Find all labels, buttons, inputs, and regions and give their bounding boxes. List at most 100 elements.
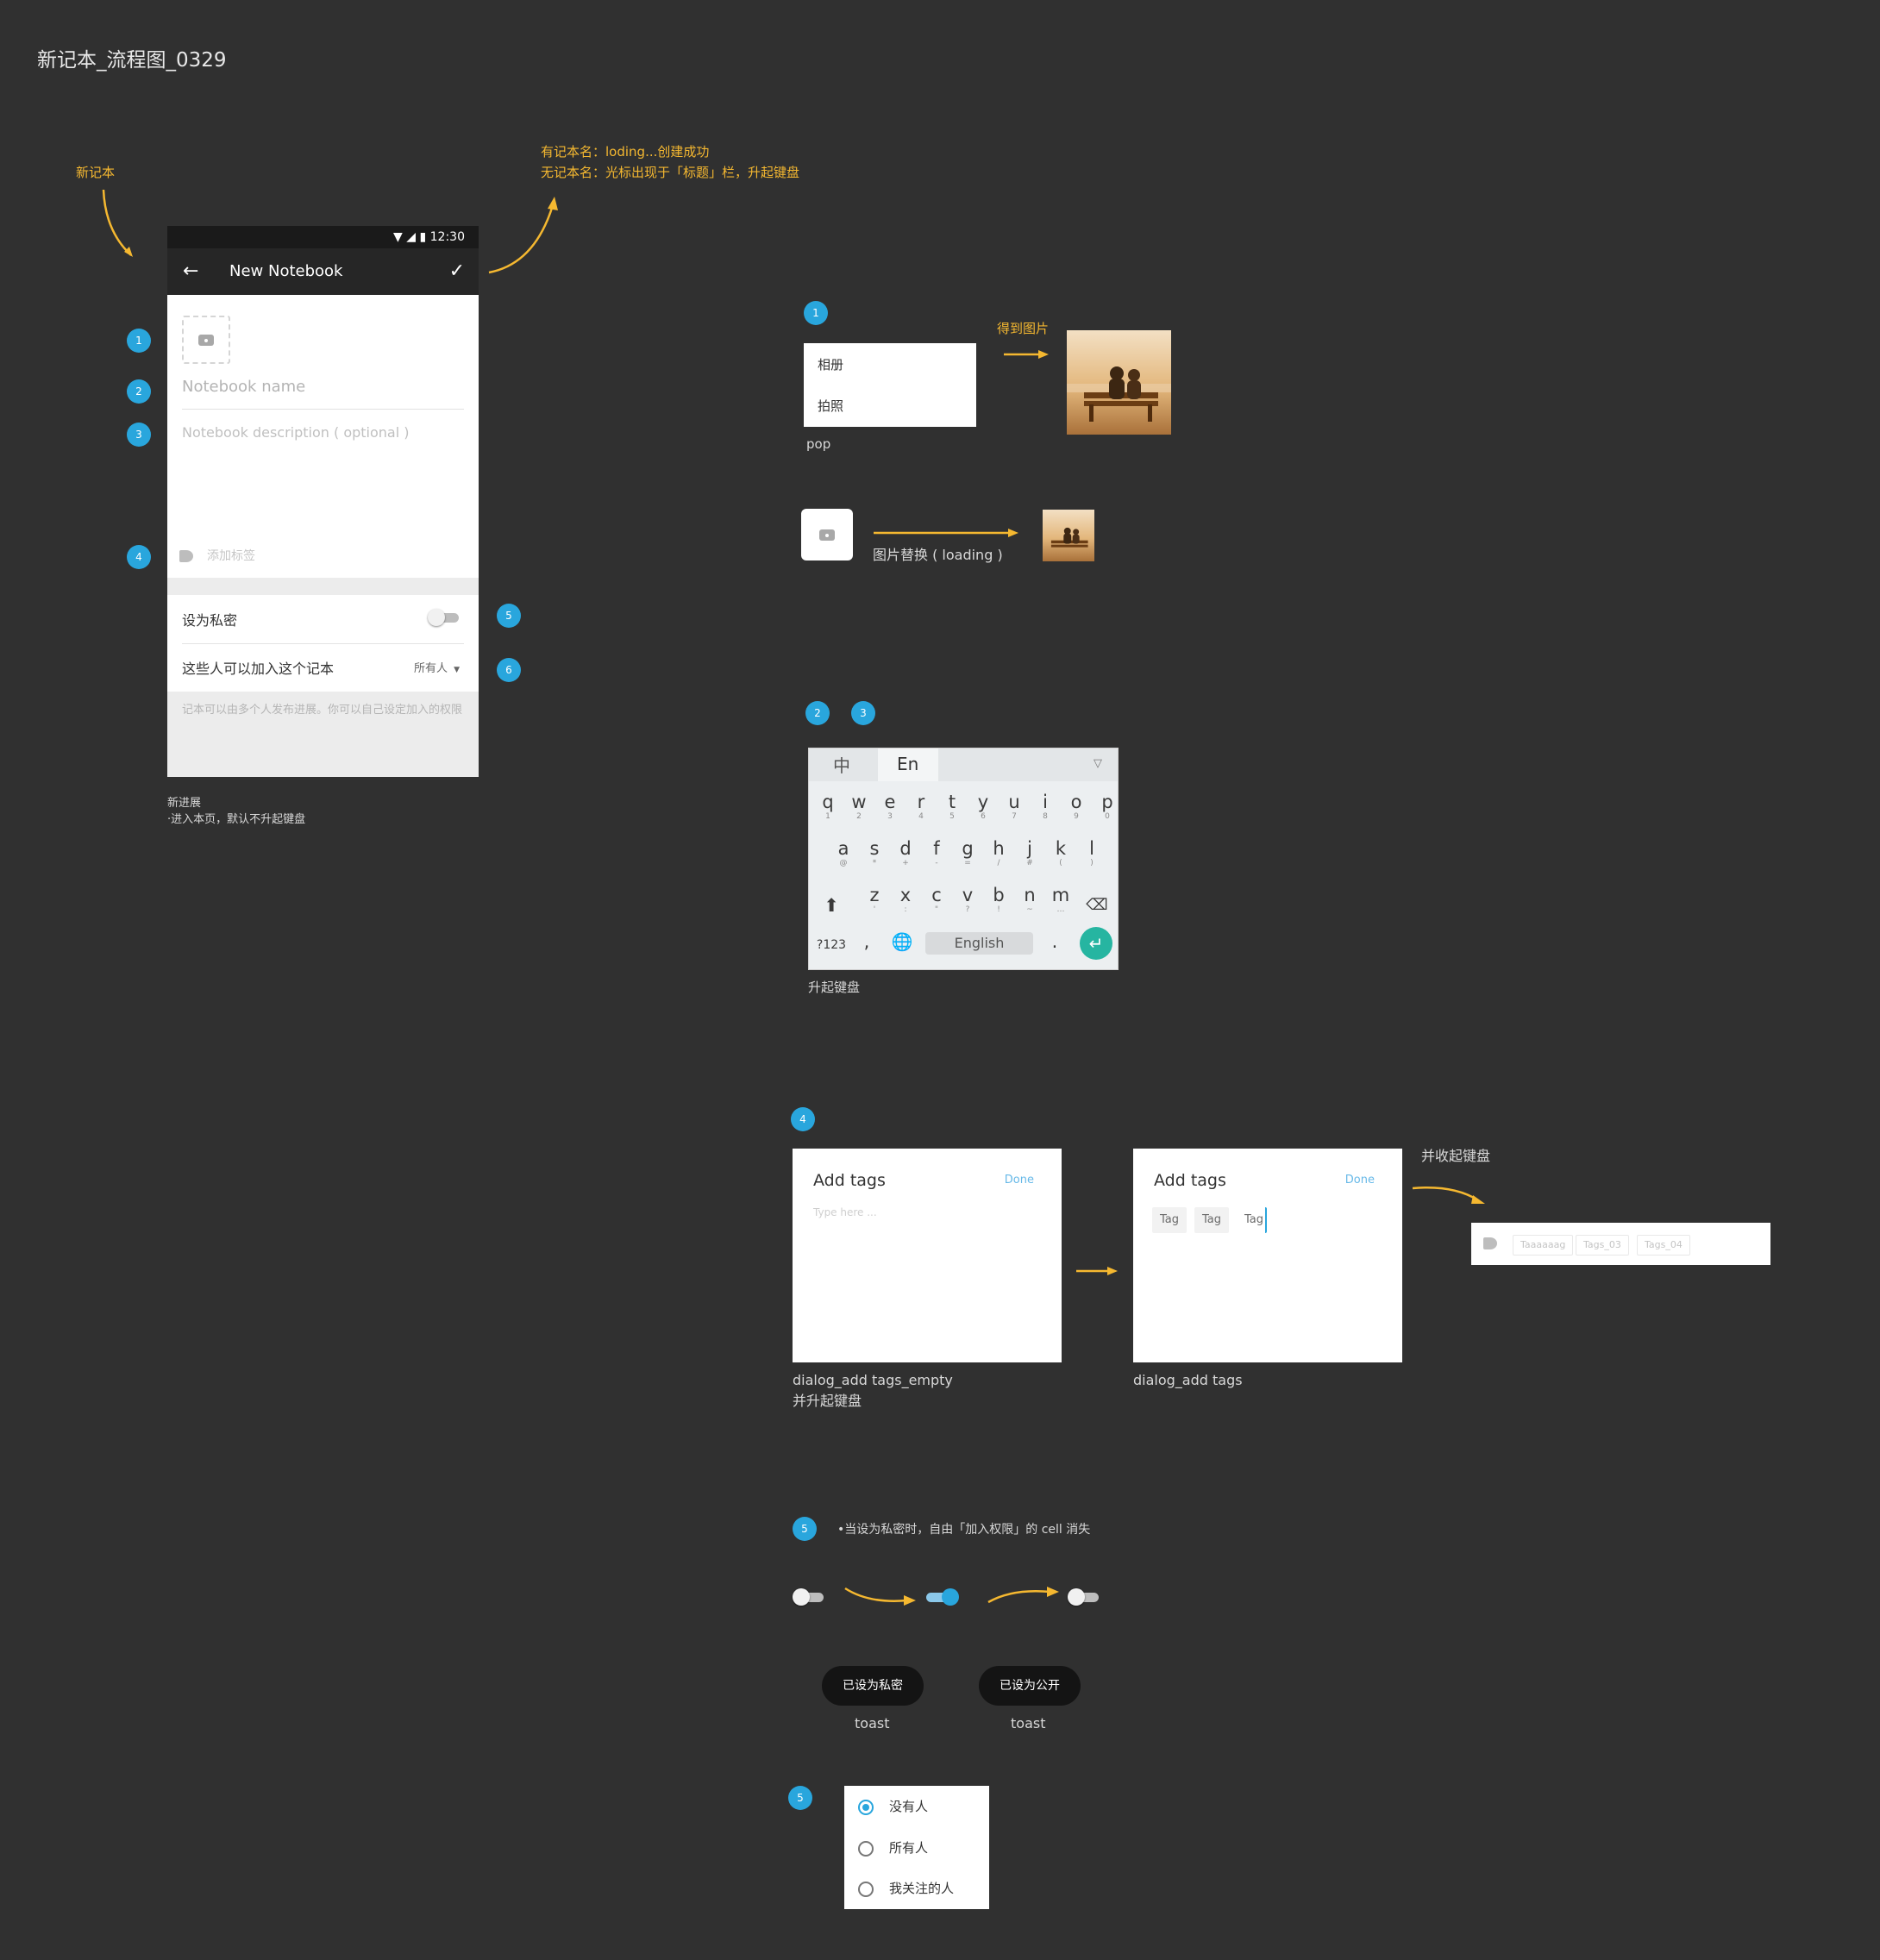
private-note: •当设为私密时，自由「加入权限」的 cell 消失 bbox=[837, 1523, 1091, 1537]
done-button[interactable]: Done bbox=[1005, 1174, 1034, 1187]
divider bbox=[182, 409, 464, 410]
key-r[interactable]: r4 bbox=[906, 792, 937, 821]
menu-item-album[interactable]: 相册 bbox=[818, 355, 843, 373]
cover-photo-button[interactable] bbox=[182, 316, 230, 364]
join-permission-label: 这些人可以加入这个记本 bbox=[182, 661, 335, 677]
toggle-off-arrow bbox=[987, 1587, 1059, 1604]
toast-public: 已设为公开 bbox=[979, 1666, 1081, 1706]
backspace-icon: ⌫ bbox=[1086, 896, 1108, 914]
key-o[interactable]: o9 bbox=[1061, 792, 1092, 821]
period-key[interactable]: . bbox=[1042, 931, 1068, 952]
got-image-arrow bbox=[1004, 350, 1049, 359]
cover-photo-button[interactable] bbox=[801, 509, 853, 560]
key-q[interactable]: q1 bbox=[812, 792, 843, 821]
key-k[interactable]: k( bbox=[1045, 838, 1076, 867]
private-toggle-off[interactable] bbox=[1068, 1588, 1099, 1606]
radio-unselected-icon bbox=[858, 1840, 874, 1857]
camera-icon bbox=[198, 335, 214, 346]
got-image-label: 得到图片 bbox=[997, 321, 1050, 336]
key-v[interactable]: v? bbox=[952, 885, 983, 914]
collapse-label: 并收起键盘 bbox=[1421, 1148, 1491, 1164]
dialog-title: Add tags bbox=[813, 1171, 886, 1190]
key-f[interactable]: f- bbox=[921, 838, 952, 867]
status-bar: ▼ ◢ ▮ 12:30 bbox=[167, 226, 479, 248]
radio-option-everyone[interactable]: 所有人 bbox=[858, 1838, 928, 1857]
backspace-key[interactable]: ⌫ bbox=[1081, 895, 1112, 916]
key-m[interactable]: m… bbox=[1045, 885, 1076, 914]
done-button[interactable]: Done bbox=[1345, 1174, 1375, 1187]
shift-key[interactable]: ⬆ bbox=[816, 895, 847, 916]
toast-caption: toast bbox=[1011, 1715, 1046, 1731]
private-toggle-off[interactable] bbox=[793, 1588, 824, 1606]
key-t[interactable]: t5 bbox=[937, 792, 968, 821]
result-tag[interactable]: Taaaaaag bbox=[1513, 1235, 1574, 1256]
confirm-note-2: 无记本名：光标出现于「标题」栏，升起键盘 bbox=[541, 165, 800, 180]
wifi-icon: ▼ bbox=[393, 230, 403, 244]
enter-key[interactable]: ↵ bbox=[1080, 927, 1112, 960]
check-icon[interactable]: ✓ bbox=[449, 260, 465, 282]
private-toggle-on[interactable] bbox=[926, 1588, 961, 1606]
key-e[interactable]: e3 bbox=[874, 792, 906, 821]
notebook-name-input[interactable]: Notebook name bbox=[182, 378, 305, 396]
key-h[interactable]: h / bbox=[983, 838, 1014, 867]
key-l[interactable]: l) bbox=[1076, 838, 1107, 867]
key-j[interactable]: j # bbox=[1014, 838, 1045, 867]
menu-caption: pop bbox=[806, 436, 831, 452]
lang-en-key[interactable]: En bbox=[878, 748, 938, 781]
key-n[interactable]: n ~ bbox=[1014, 885, 1045, 914]
key-b[interactable]: b! bbox=[983, 885, 1014, 914]
marker-1: 1 bbox=[127, 329, 151, 353]
section1-marker: 1 bbox=[804, 301, 828, 325]
tag-input[interactable]: Tag bbox=[1237, 1207, 1268, 1233]
radio-selected-icon bbox=[858, 1799, 874, 1815]
marker-3: 3 bbox=[127, 423, 151, 447]
menu-item-camera[interactable]: 拍照 bbox=[818, 397, 843, 415]
radio-option-nobody[interactable]: 没有人 bbox=[858, 1797, 928, 1815]
key-y[interactable]: y6 bbox=[968, 792, 999, 821]
battery-icon: ▮ bbox=[419, 230, 427, 244]
back-arrow-icon[interactable]: ← bbox=[183, 260, 198, 282]
tag-chip[interactable]: Tag bbox=[1194, 1207, 1230, 1233]
key-x[interactable]: x: bbox=[890, 885, 921, 914]
key-i[interactable]: i8 bbox=[1030, 792, 1061, 821]
comma-key[interactable]: , bbox=[854, 931, 880, 952]
camera-icon bbox=[819, 529, 835, 541]
marker-2: 2 bbox=[127, 379, 151, 404]
page-title: 新记本_流程图_0329 bbox=[37, 49, 227, 72]
marker-4: 4 bbox=[127, 545, 151, 569]
replace-label: 图片替换 ( loading ) bbox=[873, 547, 1003, 563]
section5-marker: 5 bbox=[793, 1517, 817, 1541]
keyboard-caption: 升起键盘 bbox=[808, 980, 861, 995]
key-s[interactable]: s * bbox=[859, 838, 890, 867]
tag-chip[interactable]: Tag bbox=[1152, 1207, 1188, 1233]
space-key[interactable]: English bbox=[925, 932, 1033, 955]
key-w[interactable]: w2 bbox=[843, 792, 874, 821]
key-c[interactable]: c " bbox=[921, 885, 952, 914]
collapse-triangle-icon[interactable]: ▽ bbox=[1094, 757, 1102, 770]
radio-option-following[interactable]: 我关注的人 bbox=[858, 1879, 954, 1897]
globe-key[interactable]: 🌐 bbox=[885, 931, 919, 952]
radio-section-marker: 5 bbox=[788, 1786, 812, 1810]
app-bar: ← New Notebook ✓ bbox=[167, 248, 479, 295]
tag-icon bbox=[179, 550, 193, 562]
result-tag[interactable]: Tags_04 bbox=[1637, 1235, 1690, 1256]
entry-label: 新记本 bbox=[76, 165, 116, 180]
lang-zh-key[interactable]: 中 bbox=[833, 752, 850, 777]
symbols-key[interactable]: ?123 bbox=[809, 935, 854, 955]
notebook-description-input[interactable]: Notebook description ( optional ) bbox=[182, 424, 410, 441]
add-tags-dialog: Add tags Done Tag Tag Tag bbox=[1133, 1149, 1402, 1362]
key-a[interactable]: a @ bbox=[828, 838, 859, 867]
key-g[interactable]: g = bbox=[952, 838, 983, 867]
key-u[interactable]: u7 bbox=[999, 792, 1030, 821]
add-tag-row[interactable]: 添加标签 bbox=[179, 547, 255, 564]
join-permission-options: 没有人 所有人 我关注的人 bbox=[844, 1786, 989, 1909]
key-z[interactable]: z ' bbox=[859, 885, 890, 914]
result-tag[interactable]: Tags_03 bbox=[1576, 1235, 1629, 1256]
key-d[interactable]: d + bbox=[890, 838, 921, 867]
confirm-note-1: 有记本名：loding...创建成功 bbox=[541, 144, 710, 160]
key-p[interactable]: p0 bbox=[1092, 792, 1123, 821]
phone-caption-1: 新进展 bbox=[167, 797, 202, 810]
tag-input[interactable]: Type here ... bbox=[813, 1206, 877, 1218]
private-toggle[interactable] bbox=[428, 609, 459, 626]
join-permission-dropdown[interactable]: 所有人 ▼ bbox=[414, 659, 460, 675]
